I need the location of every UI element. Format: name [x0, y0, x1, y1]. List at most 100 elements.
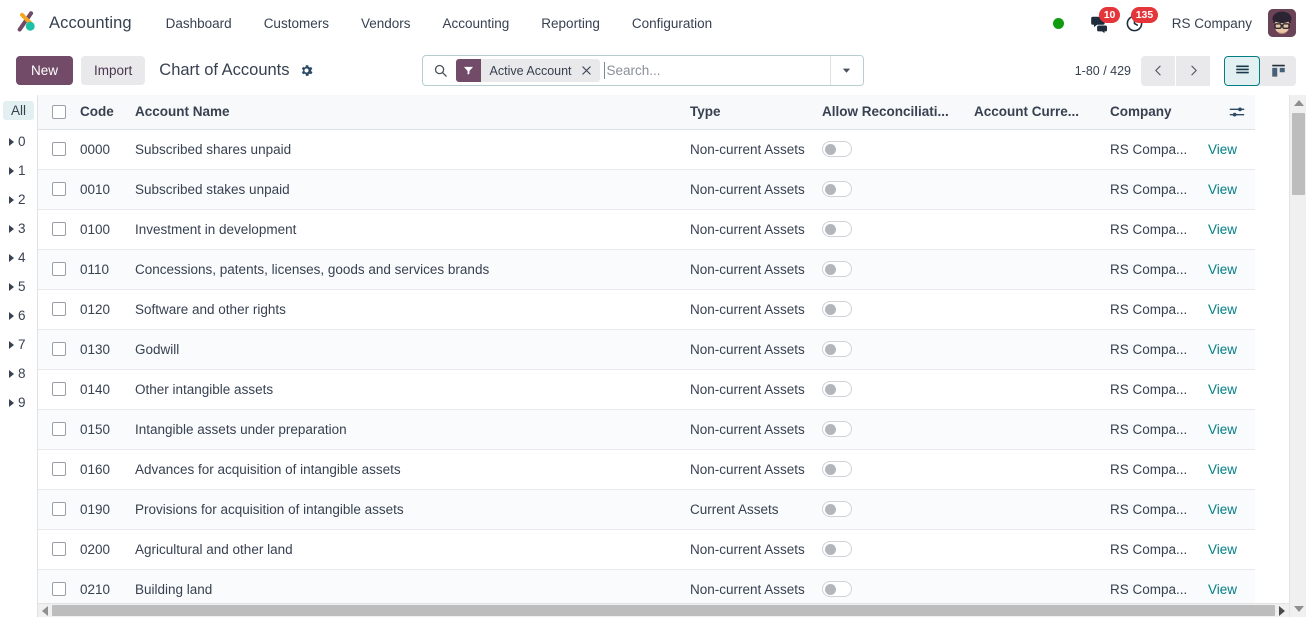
side-panel-item-4[interactable]: 4: [0, 243, 37, 272]
view-link[interactable]: View: [1208, 142, 1237, 157]
pager-previous-button[interactable]: [1141, 55, 1175, 86]
table-row[interactable]: 0130 Godwill Non-current Assets RS Compa...…: [38, 329, 1255, 370]
menu-item-vendors[interactable]: Vendors: [345, 10, 427, 37]
caret-right-icon[interactable]: [9, 195, 14, 204]
side-panel-item-0[interactable]: 0: [0, 127, 37, 156]
menu-item-reporting[interactable]: Reporting: [525, 10, 616, 37]
horizontal-scrollbar[interactable]: [38, 603, 1289, 617]
company-switcher[interactable]: RS Company: [1152, 12, 1264, 35]
reconciliation-toggle[interactable]: [822, 581, 852, 597]
menu-item-configuration[interactable]: Configuration: [616, 10, 728, 37]
table-row[interactable]: 0120 Software and other rights Non-current…: [38, 289, 1255, 330]
side-panel-item-8[interactable]: 8: [0, 359, 37, 388]
reconciliation-toggle[interactable]: [822, 301, 852, 317]
scroll-left-button[interactable]: [38, 604, 52, 617]
row-checkbox[interactable]: [52, 262, 66, 276]
new-button[interactable]: New: [16, 56, 74, 85]
reconciliation-toggle[interactable]: [822, 461, 852, 477]
activities-button[interactable]: 135: [1117, 6, 1159, 37]
kanban-view-button[interactable]: [1260, 55, 1296, 86]
row-checkbox[interactable]: [52, 222, 66, 236]
header-account-currency[interactable]: Account Curre...: [968, 95, 1104, 130]
view-link[interactable]: View: [1208, 262, 1237, 277]
table-row[interactable]: 0140 Other intangible assets Non-current A…: [38, 369, 1255, 410]
reconciliation-toggle[interactable]: [822, 261, 852, 277]
row-checkbox[interactable]: [52, 542, 66, 556]
row-checkbox[interactable]: [52, 462, 66, 476]
caret-right-icon[interactable]: [9, 253, 14, 262]
view-link[interactable]: View: [1208, 582, 1237, 597]
caret-right-icon[interactable]: [9, 369, 14, 378]
caret-right-icon[interactable]: [9, 137, 14, 146]
table-row[interactable]: 0010 Subscribed stakes unpaid Non-current …: [38, 169, 1255, 210]
view-link[interactable]: View: [1208, 462, 1237, 477]
reconciliation-toggle[interactable]: [822, 221, 852, 237]
side-panel-item-6[interactable]: 6: [0, 301, 37, 330]
row-checkbox[interactable]: [52, 422, 66, 436]
header-account-name[interactable]: Account Name: [129, 95, 684, 130]
side-panel-item-all[interactable]: All: [3, 101, 34, 120]
caret-right-icon[interactable]: [9, 224, 14, 233]
horizontal-scrollbar-thumb[interactable]: [52, 605, 1275, 616]
caret-right-icon[interactable]: [9, 340, 14, 349]
menu-item-dashboard[interactable]: Dashboard: [150, 10, 248, 37]
table-row[interactable]: 0000 Subscribed shares unpaid Non-current …: [38, 129, 1255, 170]
reconciliation-toggle[interactable]: [822, 501, 852, 517]
view-link[interactable]: View: [1208, 182, 1237, 197]
menu-item-accounting[interactable]: Accounting: [427, 10, 526, 37]
header-company[interactable]: Company: [1104, 95, 1202, 130]
scroll-up-button[interactable]: [1290, 95, 1306, 111]
list-view-button[interactable]: [1224, 55, 1260, 86]
row-checkbox[interactable]: [52, 302, 66, 316]
scroll-down-button[interactable]: [1290, 601, 1306, 617]
view-link[interactable]: View: [1208, 302, 1237, 317]
table-row[interactable]: 0160 Advances for acquisition of intangib…: [38, 449, 1255, 490]
vertical-scrollbar[interactable]: [1289, 95, 1306, 617]
side-panel-item-1[interactable]: 1: [0, 156, 37, 185]
import-button[interactable]: Import: [81, 56, 146, 85]
reconciliation-toggle[interactable]: [822, 381, 852, 397]
caret-right-icon[interactable]: [9, 398, 14, 407]
row-checkbox[interactable]: [52, 582, 66, 596]
row-checkbox[interactable]: [52, 182, 66, 196]
view-link[interactable]: View: [1208, 222, 1237, 237]
vertical-scrollbar-thumb[interactable]: [1292, 113, 1305, 195]
header-type[interactable]: Type: [684, 95, 816, 130]
side-panel-item-5[interactable]: 5: [0, 272, 37, 301]
search-input[interactable]: [603, 62, 830, 79]
reconciliation-toggle[interactable]: [822, 341, 852, 357]
row-checkbox[interactable]: [52, 382, 66, 396]
reconciliation-toggle[interactable]: [822, 181, 852, 197]
side-panel-item-9[interactable]: 9: [0, 388, 37, 417]
caret-right-icon[interactable]: [9, 311, 14, 320]
view-link[interactable]: View: [1208, 502, 1237, 517]
user-avatar[interactable]: [1268, 9, 1296, 37]
reconciliation-toggle[interactable]: [822, 541, 852, 557]
gear-icon[interactable]: [297, 61, 316, 80]
view-link[interactable]: View: [1208, 542, 1237, 557]
reconciliation-toggle[interactable]: [822, 141, 852, 157]
pager-next-button[interactable]: [1176, 55, 1210, 86]
side-panel-item-2[interactable]: 2: [0, 185, 37, 214]
row-checkbox[interactable]: [52, 502, 66, 516]
messages-button[interactable]: 10: [1082, 6, 1121, 37]
menu-item-customers[interactable]: Customers: [248, 10, 345, 37]
table-row[interactable]: 0100 Investment in development Non-current…: [38, 209, 1255, 250]
select-all-checkbox[interactable]: [52, 104, 66, 119]
caret-right-icon[interactable]: [9, 282, 14, 291]
search-facet-active-account[interactable]: Active Account: [455, 59, 600, 82]
table-row[interactable]: 0110 Concessions, patents, licenses, good…: [38, 249, 1255, 290]
scroll-right-button[interactable]: [1275, 604, 1289, 617]
view-link[interactable]: View: [1208, 382, 1237, 397]
side-panel-item-3[interactable]: 3: [0, 214, 37, 243]
search-dropdown-toggle[interactable]: [829, 56, 863, 85]
row-checkbox[interactable]: [52, 342, 66, 356]
view-link[interactable]: View: [1208, 422, 1237, 437]
caret-right-icon[interactable]: [9, 166, 14, 175]
row-checkbox[interactable]: [52, 142, 66, 156]
column-settings-icon[interactable]: [1208, 105, 1249, 119]
header-allow-reconciliation[interactable]: Allow Reconciliati...: [816, 95, 968, 130]
brand-home-link[interactable]: Accounting: [14, 10, 132, 36]
table-row[interactable]: 0190 Provisions for acquisition of intang…: [38, 489, 1255, 530]
table-row[interactable]: 0150 Intangible assets under preparation N…: [38, 409, 1255, 450]
